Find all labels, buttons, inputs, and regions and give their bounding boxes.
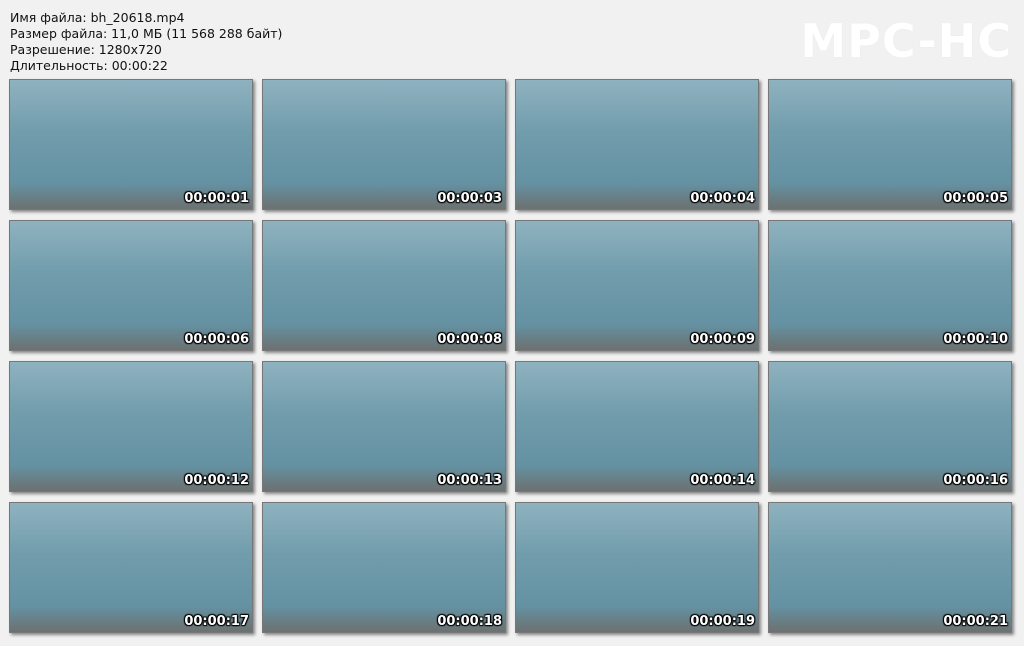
- thumbnail-frame: 00:00:06: [9, 220, 253, 351]
- frame-timestamp: 00:00:14: [690, 473, 755, 488]
- frame-timestamp: 00:00:04: [690, 191, 755, 206]
- mpc-hc-logo: MPC-HC: [800, 14, 1012, 68]
- frame-timestamp: 00:00:09: [690, 332, 755, 347]
- thumbnail-frame: 00:00:08: [262, 220, 506, 351]
- frame-timestamp: 00:00:05: [943, 191, 1008, 206]
- frame-timestamp: 00:00:21: [943, 614, 1008, 629]
- frame-timestamp: 00:00:18: [437, 614, 502, 629]
- file-name: Имя файла: bh_20618.mp4: [10, 10, 185, 25]
- thumbnail-frame: 00:00:04: [515, 79, 759, 210]
- thumbnail-frame: 00:00:09: [515, 220, 759, 351]
- frame-timestamp: 00:00:12: [184, 473, 249, 488]
- frame-timestamp: 00:00:08: [437, 332, 502, 347]
- frame-timestamp: 00:00:06: [184, 332, 249, 347]
- thumbnail-frame: 00:00:21: [768, 502, 1012, 633]
- thumbnail-frame: 00:00:17: [9, 502, 253, 633]
- frame-timestamp: 00:00:10: [943, 332, 1008, 347]
- thumbnail-frame: 00:00:18: [262, 502, 506, 633]
- thumbnail-frame: 00:00:13: [262, 361, 506, 492]
- frame-timestamp: 00:00:13: [437, 473, 502, 488]
- file-size: Размер файла: 11,0 МБ (11 568 288 байт): [10, 26, 283, 41]
- frame-timestamp: 00:00:17: [184, 614, 249, 629]
- file-duration: Длительность: 00:00:22: [10, 58, 168, 73]
- thumbnail-frame: 00:00:03: [262, 79, 506, 210]
- thumbnail-frame: 00:00:10: [768, 220, 1012, 351]
- frame-timestamp: 00:00:19: [690, 614, 755, 629]
- thumbnail-frame: 00:00:12: [9, 361, 253, 492]
- thumbnail-frame: 00:00:01: [9, 79, 253, 210]
- thumbnail-frame: 00:00:19: [515, 502, 759, 633]
- file-info: Имя файла: bh_20618.mp4 Размер файла: 11…: [10, 10, 282, 74]
- frame-timestamp: 00:00:01: [184, 191, 249, 206]
- file-resolution: Разрешение: 1280x720: [10, 42, 162, 57]
- thumbnail-frame: 00:00:16: [768, 361, 1012, 492]
- frame-timestamp: 00:00:03: [437, 191, 502, 206]
- thumbnail-grid: 00:00:01 00:00:03 00:00:04 00:00:05 00:0…: [9, 79, 1012, 633]
- thumbnail-frame: 00:00:05: [768, 79, 1012, 210]
- frame-timestamp: 00:00:16: [943, 473, 1008, 488]
- thumbnail-frame: 00:00:14: [515, 361, 759, 492]
